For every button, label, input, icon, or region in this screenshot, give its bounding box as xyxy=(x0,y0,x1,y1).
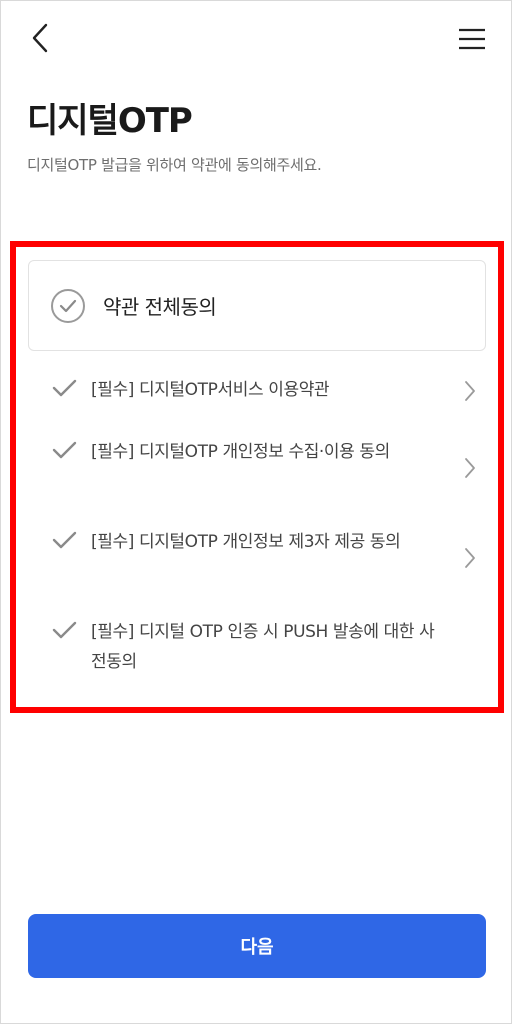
checkmark-icon xyxy=(52,441,77,459)
term-label: [필수] 디지털OTP 개인정보 제3자 제공 동의 xyxy=(91,532,401,552)
back-button[interactable] xyxy=(23,21,57,55)
page-description: 디지털OTP 발급을 위하여 약관에 동의해주세요. xyxy=(27,156,322,174)
hamburger-menu-icon xyxy=(459,28,485,50)
next-button[interactable]: 다음 xyxy=(28,914,486,978)
agree-all-checkbox[interactable]: 약관 전체동의 xyxy=(28,260,486,351)
chevron-right-icon[interactable] xyxy=(463,547,477,569)
check-circle-icon xyxy=(51,288,85,323)
checkmark-icon xyxy=(52,621,77,639)
chevron-right-icon[interactable] xyxy=(463,457,477,479)
agree-all-label: 약관 전체동의 xyxy=(103,295,217,319)
top-bar xyxy=(1,1,512,81)
page-title: 디지털OTP xyxy=(27,101,193,141)
checkmark-icon xyxy=(52,531,77,549)
term-label: [필수] 디지털OTP서비스 이용약관 xyxy=(91,380,330,400)
chevron-right-icon[interactable] xyxy=(463,380,477,402)
term-label: [필수] 디지털 OTP 인증 시 PUSH 발송에 대한 사전동의 xyxy=(91,622,435,672)
term-label: [필수] 디지털OTP 개인정보 수집·이용 동의 xyxy=(91,442,390,462)
term-item-service[interactable]: [필수] 디지털OTP서비스 이용약관 xyxy=(51,375,481,405)
checkmark-icon xyxy=(52,379,77,397)
term-item-third-party[interactable]: [필수] 디지털OTP 개인정보 제3자 제공 동의 xyxy=(51,527,481,568)
term-item-privacy-collection[interactable]: [필수] 디지털OTP 개인정보 수집·이용 동의 xyxy=(51,437,481,478)
menu-button[interactable] xyxy=(457,25,487,53)
term-item-push-consent[interactable]: [필수] 디지털 OTP 인증 시 PUSH 발송에 대한 사전동의 xyxy=(51,617,481,677)
chevron-left-icon xyxy=(32,23,48,53)
app-screen: 디지털OTP 디지털OTP 발급을 위하여 약관에 동의해주세요. 약관 전체동… xyxy=(0,0,512,1024)
